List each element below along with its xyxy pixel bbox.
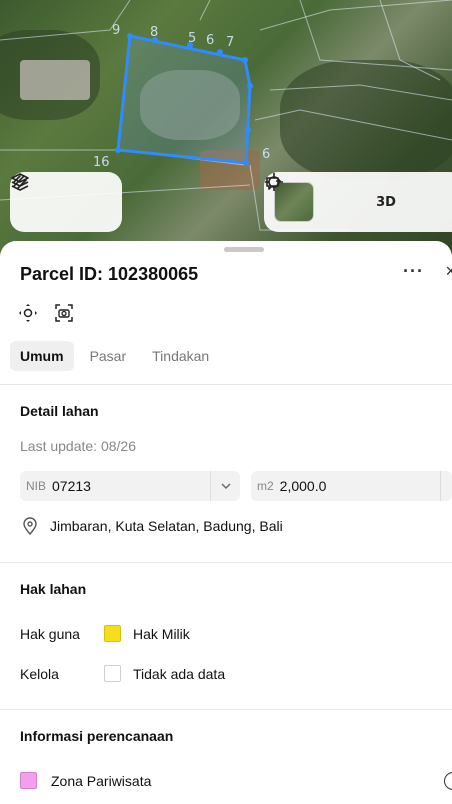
area-value: 2,000.0 — [279, 478, 327, 494]
map-tools-right: 3D — [264, 172, 452, 232]
zoom-to-parcel-button[interactable] — [18, 303, 38, 323]
sheet-drag-handle[interactable] — [224, 247, 264, 252]
share-icon — [266, 177, 282, 190]
nib-prefix: NIB — [26, 479, 47, 493]
location-row: Jimbaran, Kuta Selatan, Badung, Bali — [22, 517, 283, 535]
parcel-label: 9 — [112, 23, 120, 38]
area-dropdown-button[interactable] — [440, 471, 452, 501]
rights-value: Hak Milik — [133, 625, 190, 642]
tab-bar: Umum Pasar Tindakan — [10, 341, 219, 371]
more-options-button[interactable]: ··· — [403, 261, 424, 282]
parcel-label: 6 — [262, 147, 270, 162]
color-swatch — [104, 665, 121, 682]
tab-umum[interactable]: Umum — [10, 341, 74, 371]
rights-value: Tidak ada data — [133, 665, 226, 682]
tab-pasar[interactable]: Pasar — [80, 341, 137, 371]
camera-icon — [55, 304, 73, 322]
rights-key: Kelola — [20, 665, 59, 682]
area-field[interactable]: m2 2,000.0 — [251, 471, 452, 501]
draw-icon — [13, 175, 27, 189]
rights-section-title: Hak lahan — [20, 581, 87, 597]
last-update-text: Last update: 08/26 — [20, 438, 136, 454]
3d-label: 3D — [376, 194, 396, 210]
location-pin-icon — [23, 517, 37, 535]
location-text: Jimbaran, Kuta Selatan, Badung, Bali — [50, 518, 283, 534]
detail-section-title: Detail lahan — [20, 403, 99, 419]
rights-key: Hak guna — [20, 625, 80, 642]
draw-button[interactable] — [13, 175, 112, 224]
zone-label: Zona Pariwisata — [51, 772, 152, 789]
divider — [0, 384, 452, 385]
color-swatch — [104, 625, 121, 642]
nib-field[interactable]: NIB 07213 — [20, 471, 240, 501]
chevron-down-icon — [221, 483, 230, 489]
parcel-label: 8 — [150, 25, 158, 40]
3d-button[interactable]: 3D — [364, 180, 408, 224]
zone-row[interactable]: Zona Pariwisata — [20, 771, 452, 790]
parcel-title: Parcel ID: 102380065 — [20, 263, 199, 284]
divider — [0, 562, 452, 563]
parcel-detail-sheet: Parcel ID: 102380065 ··· × Umum Pasar Ti… — [0, 241, 452, 804]
planning-section-title: Informasi perencanaan — [20, 728, 174, 744]
zoom-to-icon — [19, 304, 37, 322]
close-button[interactable]: × — [445, 261, 452, 282]
screenshot-button[interactable] — [54, 303, 74, 323]
parcel-label: 7 — [226, 35, 234, 50]
map-view[interactable]: 8 5 6 7 16 6 9 3D — [0, 0, 452, 260]
rights-row-hak-guna: Hak guna Hak Milik — [20, 625, 190, 642]
divider — [0, 709, 452, 710]
parcel-label: 6 — [206, 33, 214, 48]
nib-value: 07213 — [52, 478, 91, 494]
info-icon[interactable] — [444, 771, 452, 790]
locate-button[interactable] — [265, 173, 364, 224]
area-prefix: m2 — [257, 479, 274, 493]
rights-row-kelola: Kelola Tidak ada data — [20, 665, 225, 682]
map-tools-left — [10, 172, 122, 232]
color-swatch — [20, 772, 37, 789]
sheet-tools — [18, 303, 74, 323]
parcel-label: 16 — [93, 155, 110, 170]
parcel-label: 5 — [188, 31, 196, 46]
nib-dropdown-button[interactable] — [210, 471, 240, 501]
tab-tindakan[interactable]: Tindakan — [142, 341, 219, 371]
share-button[interactable] — [266, 177, 452, 224]
sheet-header: Parcel ID: 102380065 ··· × — [20, 261, 452, 287]
